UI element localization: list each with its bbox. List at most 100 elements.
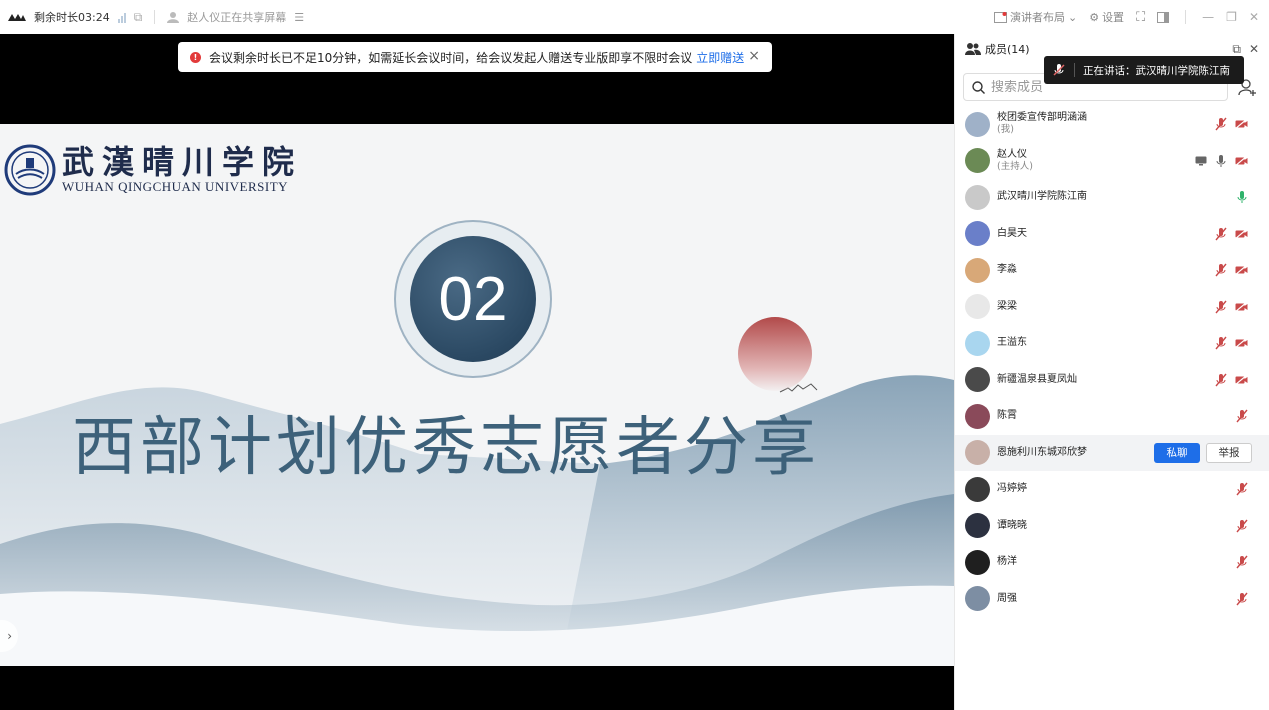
member-row[interactable]: 恩施利川东城邓欣梦 私聊 举报	[955, 434, 1269, 471]
minimize-icon[interactable]: —	[1202, 10, 1214, 24]
school-name-en: WUHAN QINGCHUAN UNIVERSITY	[62, 179, 289, 194]
mic-muted-icon[interactable]	[1236, 592, 1248, 606]
cam-off-icon[interactable]	[1235, 119, 1248, 129]
restore-icon[interactable]: ❐	[1226, 10, 1237, 24]
member-role: (主持人)	[997, 160, 1033, 172]
mic-muted-icon[interactable]	[1215, 263, 1227, 277]
members-panel: 成员(14) ⧉ ✕ 校团委宣传部明涵涵(我)赵人仪(主持人)武汉晴川学院陈江南…	[954, 34, 1269, 710]
panel-close-icon[interactable]: ✕	[1249, 42, 1259, 57]
close-icon[interactable]: ✕	[1249, 10, 1259, 24]
signal-icon	[117, 12, 126, 23]
member-row[interactable]: 谭晓晓	[955, 508, 1269, 545]
avatar	[965, 586, 990, 612]
sharing-status: 赵人仪正在共享屏幕	[187, 11, 287, 24]
cam-off-icon[interactable]	[1235, 301, 1248, 312]
mic-muted-icon	[1053, 64, 1065, 76]
mic-active-icon[interactable]	[1236, 190, 1248, 204]
cam-off-icon[interactable]	[1235, 228, 1248, 239]
private-chat-button[interactable]: 私聊	[1154, 442, 1200, 463]
school-name-cn: 武漢晴川学院	[62, 143, 303, 181]
time-warning-banner: ! 会议剩余时长已不足10分钟，如需延长会议时间，给会议发起人赠送专业版即享不限…	[178, 42, 772, 72]
member-row[interactable]: 冯婷婷	[955, 471, 1269, 508]
member-name: 冯婷婷	[997, 483, 1027, 495]
members-title: 成员(14)	[985, 43, 1030, 56]
member-row[interactable]: 周强	[955, 581, 1269, 618]
warning-icon: !	[190, 51, 201, 63]
title-bar: 剩余时长03:24 ⧉ 赵人仪正在共享屏幕 ☰ 演讲者布局 ⌄ ⚙ 设置 ⛶ —…	[0, 0, 1269, 34]
member-name: 校团委宣传部明涵涵	[997, 112, 1087, 124]
mic-muted-icon[interactable]	[1215, 373, 1227, 387]
avatar	[965, 257, 990, 283]
avatar	[965, 440, 990, 466]
app-logo-icon	[8, 14, 26, 21]
member-name: 赵人仪	[997, 148, 1027, 160]
shared-screen-area: ! 会议剩余时长已不足10分钟，如需延长会议时间，给会议发起人赠送专业版即享不限…	[0, 34, 954, 710]
avatar	[965, 148, 990, 174]
speaking-text: 正在讲话：武汉晴川学院陈江南	[1083, 64, 1230, 77]
member-row[interactable]: 王溢东	[955, 325, 1269, 362]
member-row[interactable]: 新疆温泉县夏凤灿	[955, 362, 1269, 399]
gift-link[interactable]: 立即赠送	[696, 49, 744, 66]
popout-icon[interactable]: ⧉	[1232, 42, 1241, 57]
notice-close-icon[interactable]: ×	[748, 48, 760, 64]
avatar	[965, 476, 990, 502]
member-row[interactable]: 武汉晴川学院陈江南	[955, 179, 1269, 216]
sidebar-toggle-icon[interactable]	[1157, 11, 1170, 23]
member-name: 恩施利川东城邓欣梦	[997, 446, 1087, 458]
member-name: 谭晓晓	[997, 519, 1027, 531]
chevron-down-icon: ⌄	[1067, 10, 1078, 24]
member-name: 李淼	[997, 264, 1017, 276]
section-number: 02	[410, 236, 536, 362]
divider	[1185, 10, 1187, 24]
red-sun	[738, 317, 812, 391]
cam-off-icon[interactable]	[1235, 155, 1248, 166]
avatar	[965, 184, 990, 210]
member-name: 王溢东	[997, 337, 1027, 349]
layout-button[interactable]: 演讲者布局 ⌄	[993, 9, 1078, 25]
people-icon	[965, 43, 981, 55]
mic-muted-icon[interactable]	[1236, 519, 1248, 533]
school-emblem-icon	[4, 144, 56, 196]
time-left: 剩余时长03:24	[34, 11, 110, 24]
member-name: 梁梁	[997, 300, 1017, 312]
member-name: 杨洋	[997, 556, 1017, 568]
mic-muted-icon[interactable]	[1215, 300, 1227, 314]
mic-muted-icon[interactable]	[1215, 227, 1227, 241]
mic-muted-icon[interactable]	[1236, 482, 1248, 496]
cam-off-icon[interactable]	[1235, 265, 1248, 275]
member-row[interactable]: 陈霄	[955, 398, 1269, 435]
cam-off-icon[interactable]	[1235, 374, 1248, 385]
chevron-right-icon: ›	[7, 629, 12, 643]
screen-icon[interactable]	[1195, 156, 1207, 166]
member-row[interactable]: 杨洋	[955, 544, 1269, 581]
section-number-badge: 02	[394, 220, 552, 378]
user-icon	[167, 12, 180, 23]
settings-label: 设置	[1102, 11, 1125, 24]
member-row[interactable]: 校团委宣传部明涵涵 (我)	[955, 106, 1269, 143]
member-name: 白昊天	[997, 227, 1027, 239]
school-logo: 武漢晴川学院 WUHAN QINGCHUAN UNIVERSITY	[4, 144, 302, 196]
gear-icon: ⚙	[1089, 10, 1100, 24]
external-link-icon[interactable]: ⧉	[134, 10, 143, 25]
cam-off-icon[interactable]	[1235, 338, 1248, 348]
search-icon	[972, 80, 985, 94]
member-name: 新疆温泉县夏凤灿	[997, 373, 1077, 385]
fullscreen-icon[interactable]: ⛶	[1136, 10, 1145, 25]
member-row[interactable]: 白昊天	[955, 216, 1269, 253]
member-role: (我)	[997, 124, 1014, 136]
member-row[interactable]: 李淼	[955, 252, 1269, 289]
member-row[interactable]: 赵人仪 (主持人)	[955, 143, 1269, 180]
avatar	[965, 549, 990, 575]
mic-muted-icon[interactable]	[1215, 117, 1227, 131]
mic-muted-icon[interactable]	[1215, 336, 1227, 350]
report-button[interactable]: 举报	[1206, 442, 1252, 463]
menu-icon[interactable]: ☰	[294, 11, 304, 24]
slide-title: 西部计划优秀志愿者分享	[72, 411, 820, 485]
mic-icon[interactable]	[1215, 154, 1227, 168]
mic-muted-icon[interactable]	[1236, 555, 1248, 569]
settings-button[interactable]: ⚙ 设置	[1089, 9, 1124, 25]
member-row[interactable]: 梁梁	[955, 289, 1269, 326]
mic-muted-icon[interactable]	[1236, 409, 1248, 423]
member-list: 校团委宣传部明涵涵 (我) 赵人仪 (主持人) 武汉晴川学院陈江南 白昊天 李淼 梁梁 王溢东新…	[955, 106, 1269, 617]
speaking-indicator: 正在讲话：武汉晴川学院陈江南	[1044, 56, 1244, 84]
